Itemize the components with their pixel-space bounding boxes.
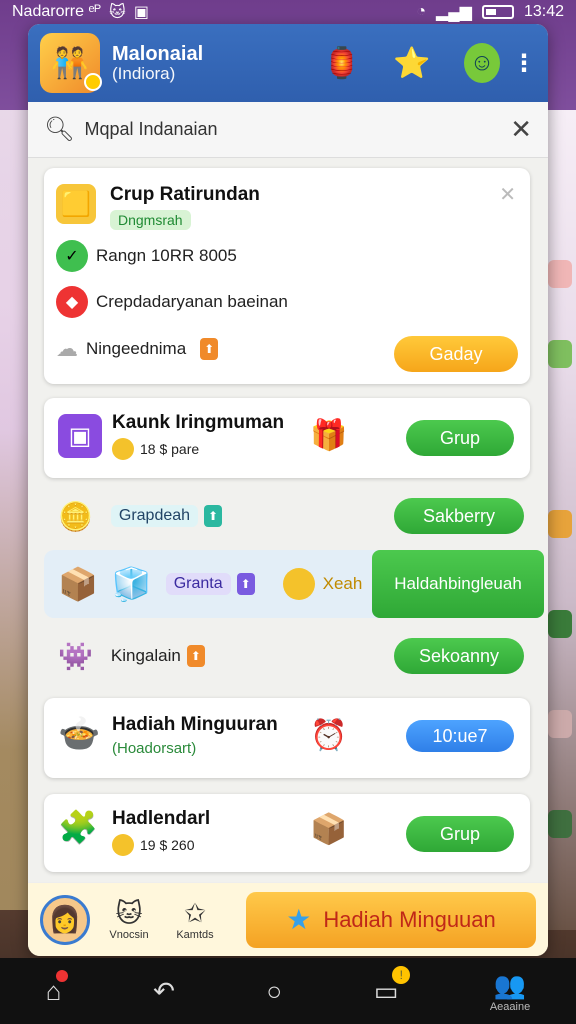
header-title: Malonaial [112, 42, 204, 65]
card-title: Kaunk Iringmuman [112, 412, 285, 433]
gem-icon: ◆ [56, 286, 88, 318]
coin-badge-icon [84, 73, 102, 91]
coin-icon [112, 834, 134, 856]
card-title: Crup Ratirundan [110, 184, 260, 205]
star-icon[interactable]: ⭐ [393, 45, 430, 81]
pot-icon: 🍲 [58, 715, 101, 753]
coin-icon [112, 438, 134, 460]
reward-card: 🧩 Hadlendarl 19 $ 260 📦 Grup [44, 794, 530, 872]
lock-badge-icon: ⬆ [186, 645, 205, 667]
notification-icon: 🐱 [109, 4, 126, 21]
inbox-icon[interactable]: ▭! [374, 965, 411, 1007]
box-icon: 📦 [58, 566, 98, 602]
mini-label: Kamtds [176, 929, 214, 941]
list-item: 👾 Kingalain ⬆ Sekoanny [44, 634, 530, 678]
dismiss-icon[interactable]: ✕ [499, 182, 516, 207]
mini-button[interactable]: ✩ Kamtds [168, 898, 222, 941]
system-nav-bar: ⌂ ↶ ○ ▭! 👥 Aeaaine [0, 958, 576, 1024]
coins-icon: 🪙 [58, 500, 93, 532]
background-right-panel [544, 110, 576, 930]
group-button[interactable]: Grup [406, 816, 514, 852]
background-icon [548, 710, 572, 738]
info-line: Rangn 10RR 8005 [96, 246, 237, 265]
event-card: 🍲 Hadiah Minguuran (Hoadorsart) ⏰ 10:ue7 [44, 698, 530, 778]
circle-home-icon[interactable]: ○ [266, 976, 282, 1007]
lock-badge-icon: ⬆ [200, 338, 219, 360]
search-bar: 🔍︎ ✕ [28, 102, 548, 158]
star-face-icon: ✩ [184, 898, 206, 928]
gift-icon: 🎁 [310, 419, 348, 452]
background-icon [548, 340, 572, 368]
carrier-text: Nadarorre ᵉᴾ [12, 3, 102, 20]
arrow-badge-icon: ⬆ [236, 573, 255, 595]
row-mid-text: Xeah [322, 574, 363, 593]
panel-header: 🧑‍🤝‍🧑 Malonaial (Indiora) 🏮 ⭐ ☺ ⋮ [28, 24, 548, 102]
row-pill: Granta [165, 573, 231, 595]
alarm-clock-icon: ⏰ [310, 719, 348, 752]
card-title: Hadiah Minguuran [112, 714, 278, 735]
bottom-action-bar: 👩 🐱 Vnocsin ✩ Kamtds ★ Hadiah Minguuan [28, 882, 548, 956]
blocks-icon: 🧩 [58, 809, 98, 845]
close-icon[interactable]: ✕ [510, 114, 532, 145]
weekly-reward-button[interactable]: ★ Hadiah Minguuan [246, 891, 536, 948]
coin-icon [282, 568, 315, 600]
card-title: Hadlendarl [112, 808, 211, 829]
cta-label: Hadiah Minguuan [323, 906, 496, 932]
shield-icon: ✓ [56, 240, 88, 272]
timer-button[interactable]: 10:ue7 [406, 720, 514, 752]
back-icon[interactable]: ↶ [153, 976, 175, 1007]
arrow-badge-icon: ⬆ [204, 505, 223, 527]
cat-icon: 🐱 [115, 898, 143, 928]
info-line: Crepdadaryanan baeinan [96, 292, 288, 311]
nav-label: Aeaaine [489, 1000, 531, 1013]
mini-button[interactable]: 🐱 Vnocsin [102, 898, 156, 941]
quest-card: 🟨 Crup Ratirundan Dngmsrah ✕ ✓ Rangn 10R… [44, 168, 530, 384]
background-icon [548, 260, 572, 288]
status-bar: Nadarorre ᵉᴾ 🐱 ▣ ◔ ▂▄▆ 13:42 [0, 0, 576, 24]
gift-box-icon: 📦 [310, 813, 348, 846]
clock-text: 13:42 [523, 3, 564, 20]
wifi-icon: ◔ [416, 3, 426, 20]
header-subtitle: (Indiora) [112, 63, 176, 83]
highlight-button[interactable]: Haldahbingleuah [372, 550, 544, 618]
row-label: Grapdeah [110, 505, 199, 527]
ghost-icon: 👾 [58, 640, 93, 672]
card-subtitle: (Hoadorsart) [112, 740, 197, 757]
background-icon [548, 810, 572, 838]
reward-card: ▣ Kaunk Iringmuman 18 $ pare 🎁 Grup [44, 398, 530, 478]
cube-icon: 🧊 [111, 566, 152, 602]
profile-avatar[interactable]: 👩 [40, 894, 90, 945]
status-badge: Dngmsrah [110, 210, 191, 230]
search-icon: 🔍︎ [44, 116, 75, 143]
cloud-icon: ☁ [56, 336, 78, 361]
action-button[interactable]: Sekoanny [394, 638, 524, 674]
battery-icon [481, 5, 514, 19]
cube-icon: 🟨 [56, 184, 96, 224]
group-button[interactable]: Grup [406, 420, 514, 456]
coin-amount: 19 $ 260 [140, 837, 195, 853]
coin-amount: 18 $ pare [140, 441, 200, 457]
search-input[interactable] [84, 119, 501, 140]
highlight-row: 📦 🧊 Granta ⬆ Xeah Haldahbingleuah [44, 550, 544, 618]
chest-icon: ▣ [58, 414, 102, 458]
people-icon: 👥 [493, 969, 527, 1000]
row-label: Kingalain [110, 646, 181, 665]
list-item: 🪙 Grapdeah ⬆ Sakberry [44, 494, 530, 538]
action-button[interactable]: Sakberry [394, 498, 524, 534]
signal-icon: ▂▄▆ [436, 4, 472, 21]
background-icon [548, 610, 572, 638]
app-avatar-icon[interactable]: 🧑‍🤝‍🧑 [40, 33, 102, 93]
image-icon: ▣ [133, 4, 149, 21]
profile-nav-item[interactable]: 👥 Aeaaine [490, 970, 530, 1013]
mini-label: Vnocsin [109, 929, 149, 941]
main-panel: 🧑‍🤝‍🧑 Malonaial (Indiora) 🏮 ⭐ ☺ ⋮ 🔍︎ ✕ 🟨… [28, 24, 548, 956]
shop-icon[interactable]: 🏮 [323, 45, 360, 81]
smiley-icon[interactable]: ☺ [464, 43, 500, 83]
info-line: Ningeednima [86, 339, 187, 358]
claim-button[interactable]: Gaday [394, 336, 518, 372]
star-icon: ★ [286, 904, 312, 935]
more-menu-icon[interactable]: ⋮ [512, 49, 536, 78]
background-icon [548, 510, 572, 538]
home-icon[interactable]: ⌂ [46, 969, 68, 1007]
